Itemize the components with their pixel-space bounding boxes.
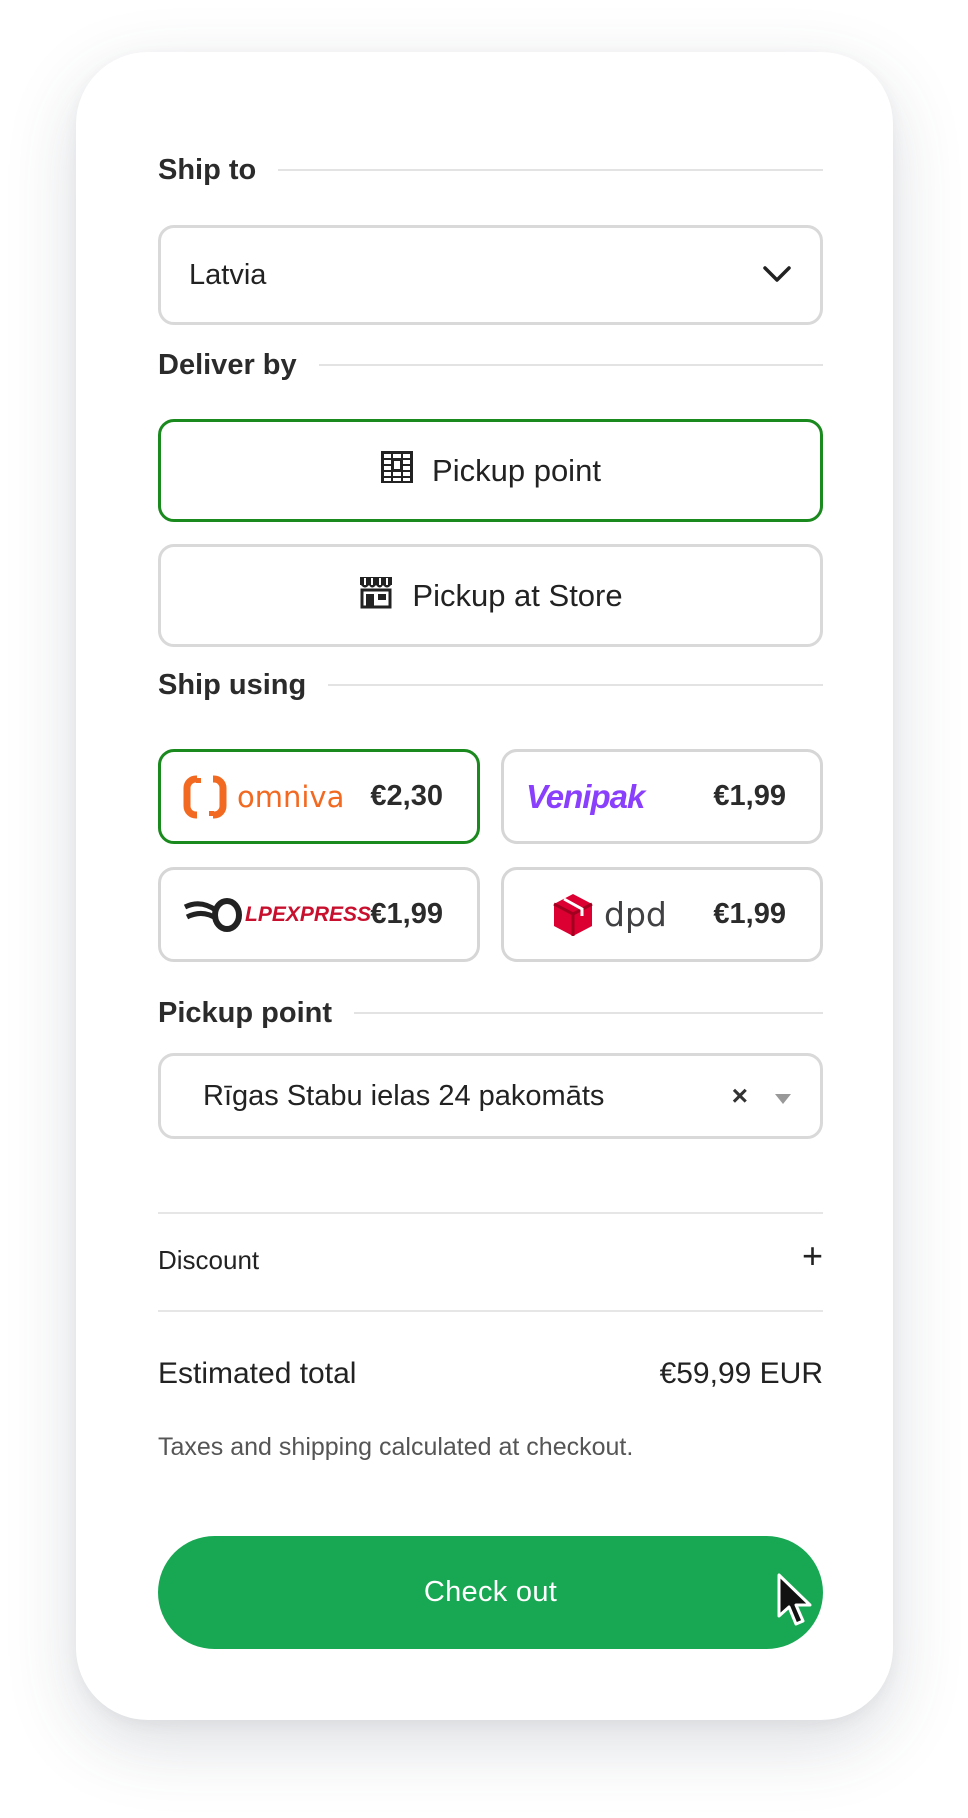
section-divider-line bbox=[354, 1012, 823, 1014]
estimated-total-amount: €59,99 EUR bbox=[659, 1357, 823, 1390]
checkout-button[interactable]: Check out bbox=[158, 1536, 823, 1649]
dpd-wordmark: dpd bbox=[604, 895, 667, 934]
store-icon bbox=[358, 575, 394, 617]
pickup-point-select[interactable]: Rīgas Stabu ielas 24 pakomāts × bbox=[158, 1053, 823, 1139]
lpexpress-wordmark: LPEXPRESS bbox=[245, 902, 372, 926]
discount-top-divider bbox=[158, 1212, 823, 1214]
venipak-wordmark: Venipak bbox=[526, 777, 645, 815]
ship-to-section-title: Ship to bbox=[158, 150, 823, 190]
country-select[interactable]: Latvia bbox=[158, 225, 823, 325]
ship-using-title: Ship using bbox=[158, 668, 307, 701]
carrier-option-venipak[interactable]: Venipak €1,99 bbox=[501, 749, 823, 844]
cart-summary-card: Ship to Latvia Deliver by Pickup point P… bbox=[76, 52, 893, 1720]
deliver-by-title: Deliver by bbox=[158, 348, 297, 381]
chevron-down-icon bbox=[762, 259, 792, 292]
pickup-point-title: Pickup point bbox=[158, 996, 332, 1029]
clear-selection-icon[interactable]: × bbox=[732, 1080, 748, 1112]
dpd-logo: dpd bbox=[552, 892, 667, 938]
section-divider-line bbox=[318, 364, 823, 366]
delivery-option-label: Pickup point bbox=[432, 452, 601, 488]
checkout-label: Check out bbox=[423, 1576, 558, 1608]
carrier-option-omniva[interactable]: omniva €2,30 bbox=[158, 749, 480, 844]
carrier-option-lpexpress[interactable]: LPEXPRESS €1,99 bbox=[158, 867, 480, 962]
carrier-price: €2,30 bbox=[370, 780, 443, 812]
omniva-logo: omniva bbox=[183, 774, 345, 819]
delivery-option-pickup-point[interactable]: Pickup point bbox=[158, 419, 823, 522]
delivery-option-label: Pickup at Store bbox=[412, 577, 623, 613]
estimated-total-label: Estimated total bbox=[158, 1357, 357, 1390]
carrier-price: €1,99 bbox=[713, 898, 786, 930]
carrier-price: €1,99 bbox=[370, 898, 443, 930]
ship-using-section-title: Ship using bbox=[158, 665, 823, 705]
parcel-locker-icon bbox=[380, 450, 414, 492]
discount-label: Discount bbox=[158, 1245, 260, 1275]
pickup-point-section-title: Pickup point bbox=[158, 993, 823, 1033]
section-divider-line bbox=[328, 684, 823, 686]
omniva-wordmark: omniva bbox=[237, 779, 345, 814]
venipak-logo: Venipak bbox=[526, 777, 645, 816]
section-divider-line bbox=[278, 169, 823, 171]
carrier-price: €1,99 bbox=[713, 780, 786, 812]
deliver-by-section-title: Deliver by bbox=[158, 345, 823, 385]
carrier-option-dpd[interactable]: dpd €1,99 bbox=[501, 867, 823, 962]
ship-to-title: Ship to bbox=[158, 153, 257, 186]
mouse-cursor-icon bbox=[776, 1572, 816, 1635]
taxes-note: Taxes and shipping calculated at checkou… bbox=[158, 1433, 634, 1461]
country-value: Latvia bbox=[189, 258, 267, 291]
caret-down-icon bbox=[774, 1080, 792, 1113]
plus-icon[interactable]: + bbox=[802, 1235, 823, 1277]
lpexpress-logo: LPEXPRESS bbox=[183, 897, 371, 933]
discount-bottom-divider bbox=[158, 1310, 823, 1312]
delivery-option-pickup-at-store[interactable]: Pickup at Store bbox=[158, 544, 823, 647]
pickup-point-value: Rīgas Stabu ielas 24 pakomāts bbox=[203, 1079, 605, 1112]
